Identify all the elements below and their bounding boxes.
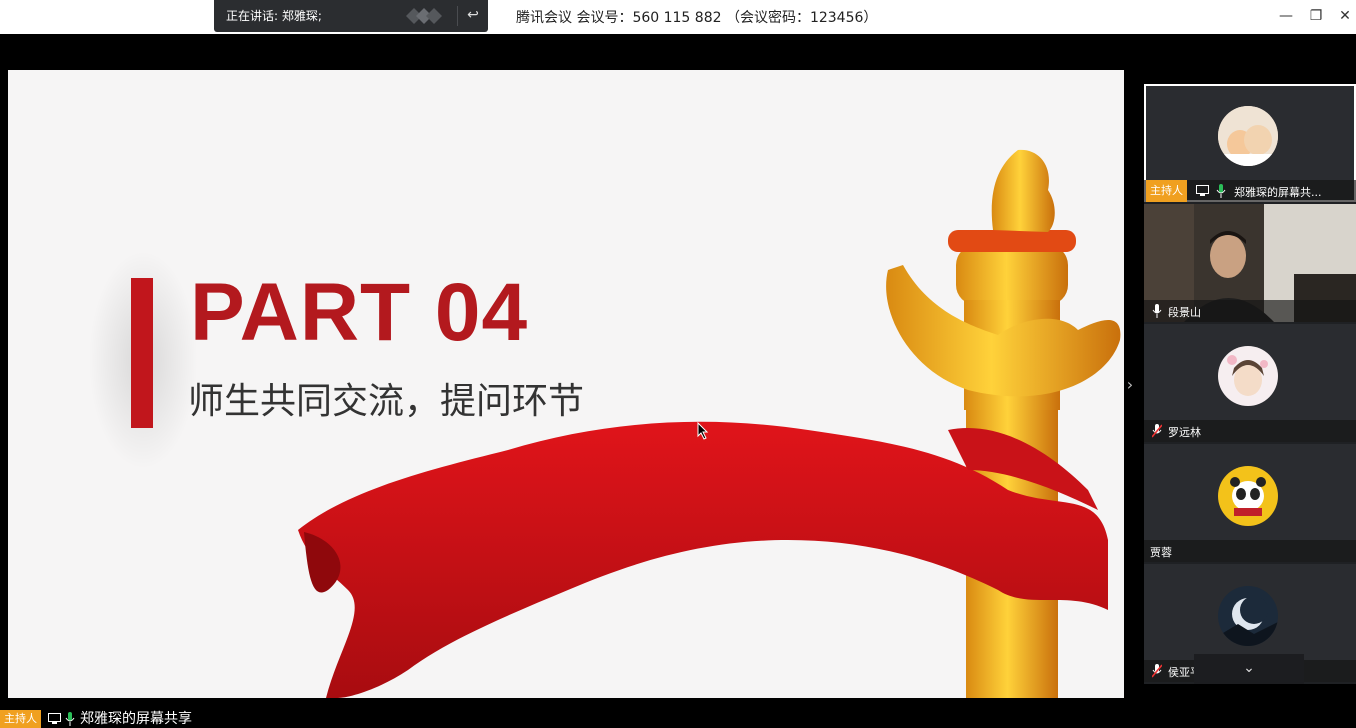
audio-wave-icon [406,8,442,24]
participant-tile[interactable]: 贾蓉 [1144,444,1356,562]
sharer-name: 郑雅琛的屏幕共享 [80,711,192,727]
participant-namebar: 段景山 [1144,300,1356,322]
speaking-text: 正在讲话: 郑雅琛; [226,9,322,23]
screen-share-icon [1196,185,1209,196]
mouse-cursor-icon [697,422,709,440]
meeting-window: 正在讲话: 郑雅琛; ↩ 腾讯会议 会议号：560 115 882 （会议密码：… [0,0,1356,728]
participant-namebar: 贾蓉 [1144,540,1356,562]
participant-name: 郑雅琛的屏幕共... [1234,186,1322,199]
restore-button[interactable]: ❐ [1305,6,1327,26]
return-icon[interactable]: ↩ [464,5,482,25]
mic-icon [1216,184,1226,198]
close-button[interactable]: ✕ [1334,6,1356,26]
avatar [1218,346,1278,406]
meeting-title: 腾讯会议 会议号：560 115 882 （会议密码：123456） [516,10,878,26]
avatar [1218,106,1278,166]
host-badge: 主持人 [0,710,41,728]
participant-tile[interactable]: 段景山 [1144,204,1356,322]
bottom-status-bar: 主持人 郑雅琛的屏幕共享 [0,710,1356,728]
mic-muted-icon [1152,664,1162,678]
participant-namebar: 主持人 郑雅琛的屏幕共... [1144,180,1356,202]
participant-tile[interactable]: 罗远林 [1144,324,1356,442]
participant-name: 贾蓉 [1150,546,1172,559]
screen-share-icon [48,713,61,724]
title-bar: 正在讲话: 郑雅琛; ↩ 腾讯会议 会议号：560 115 882 （会议密码：… [0,0,1356,34]
collapse-panel-button[interactable]: ⌄ [1194,654,1304,684]
slide-subtitle: 师生共同交流，提问环节 [188,381,585,422]
participant-name: 段景山 [1168,306,1201,319]
avatar [1218,586,1278,646]
mic-icon [1152,304,1162,318]
participant-name: 罗远林 [1168,426,1201,439]
shared-screen: PART 04 师生共同交流，提问环节 [8,70,1124,698]
mic-icon [65,712,75,726]
divider [457,6,458,26]
host-badge: 主持人 [1146,180,1187,202]
avatar [1218,466,1278,526]
speaking-indicator: 正在讲话: 郑雅琛; ↩ [214,0,488,32]
mic-muted-icon [1152,424,1162,438]
participant-namebar: 罗远林 [1144,420,1356,442]
minimize-button[interactable]: — [1275,6,1297,26]
expand-panel-icon[interactable]: › [1124,370,1136,400]
participants-panel: 主持人 郑雅琛的屏幕共... 段景山 罗远林 贾蓉 侯亚平 [1144,84,1356,684]
participant-tile[interactable]: 主持人 郑雅琛的屏幕共... [1144,84,1356,202]
slide-heading: PART 04 [190,267,529,358]
accent-bar [131,278,153,428]
